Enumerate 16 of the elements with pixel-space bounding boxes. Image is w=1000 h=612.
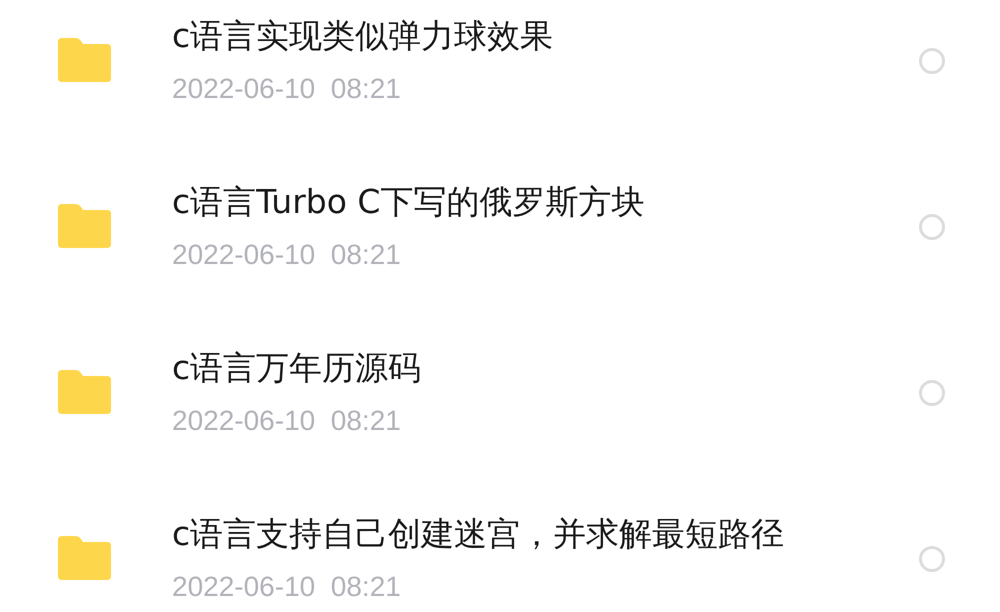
file-name: c语言实现类似弹力球效果	[172, 16, 554, 56]
modified-date: 2022-06-10 08:21	[172, 238, 401, 272]
file-name: c语言万年历源码	[172, 348, 422, 388]
select-radio[interactable]	[919, 380, 945, 406]
file-name: c语言Turbo C下写的俄罗斯方块	[172, 182, 644, 222]
folder-icon	[58, 204, 111, 248]
modified-date: 2022-06-10 08:21	[172, 404, 401, 438]
modified-date: 2022-06-10 08:21	[172, 72, 401, 106]
modified-date: 2022-06-10 08:21	[172, 570, 401, 604]
folder-icon	[58, 536, 111, 580]
select-radio[interactable]	[919, 546, 945, 572]
folder-icon	[58, 370, 111, 414]
folder-icon	[58, 38, 111, 82]
select-radio[interactable]	[919, 214, 945, 240]
file-name: c语言支持自己创建迷宫，并求解最短路径	[172, 514, 784, 554]
select-radio[interactable]	[919, 48, 945, 74]
